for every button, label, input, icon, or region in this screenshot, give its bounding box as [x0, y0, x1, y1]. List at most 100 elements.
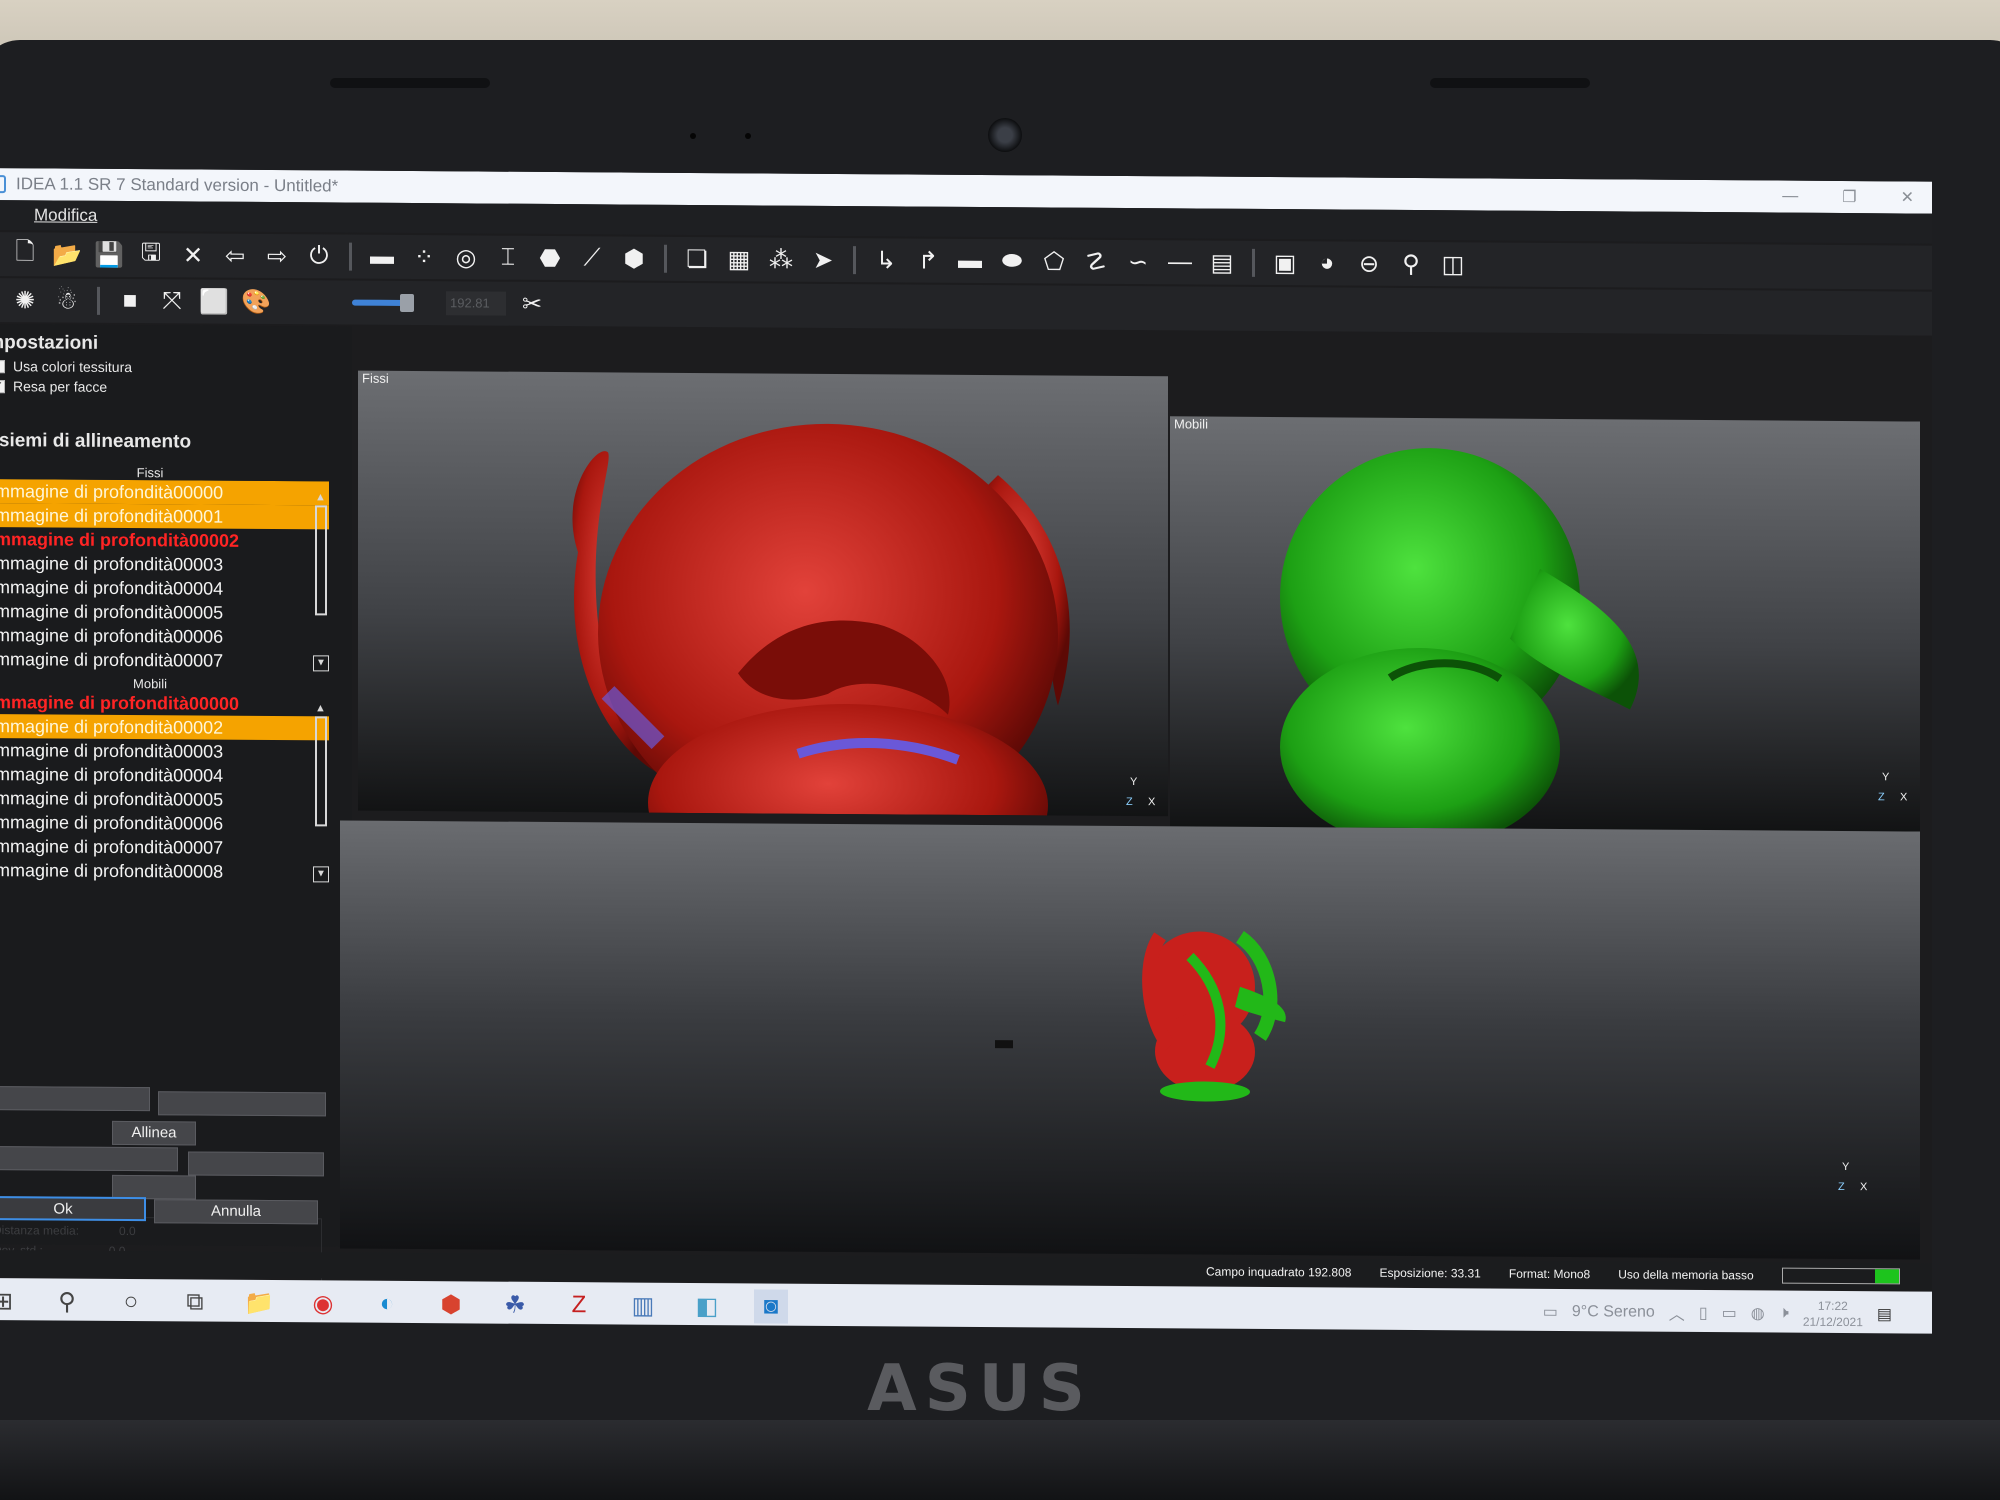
blank-button-3[interactable]: [0, 1146, 178, 1172]
list-item[interactable]: Immagine di profondità00001: [0, 503, 329, 530]
list-item[interactable]: Immagine di profondità00006: [0, 810, 329, 836]
export-icon[interactable]: ⇨: [261, 240, 293, 272]
measure-icon[interactable]: ⟋: [576, 242, 608, 274]
blank-button-5[interactable]: [112, 1174, 196, 1200]
ellipse-icon[interactable]: ⬬: [996, 245, 1028, 277]
list-item[interactable]: Immagine di profondità00004: [0, 575, 329, 601]
arc-icon[interactable]: ↱: [912, 245, 944, 277]
list-item[interactable]: Immagine di profondità00000: [0, 479, 329, 506]
render-faces-checkbox[interactable]: ✓: [0, 379, 5, 393]
close-button[interactable]: ✕: [1901, 187, 1914, 207]
chrome-icon[interactable]: ◉: [306, 1286, 340, 1320]
menu-edit[interactable]: Modifica: [34, 205, 97, 225]
list-item[interactable]: Immagine di profondità00005: [0, 599, 329, 625]
blank-button-1[interactable]: [0, 1086, 150, 1112]
list-item[interactable]: Immagine di profondità00003: [0, 738, 329, 764]
save-as-icon[interactable]: 🖫: [135, 239, 167, 271]
windows-start-icon[interactable]: ⊞: [0, 1284, 20, 1318]
lasso-icon[interactable]: ☡: [1080, 246, 1112, 278]
file-explorer-icon[interactable]: 📁: [242, 1286, 276, 1320]
open-folder-icon[interactable]: 📂: [51, 238, 83, 270]
search-icon[interactable]: ⚲: [50, 1284, 84, 1318]
copy-layers-icon[interactable]: ❏: [681, 243, 713, 275]
scroll-up-icon[interactable]: ▲: [315, 491, 326, 503]
direction-icon[interactable]: ➤: [807, 244, 839, 276]
volume-icon[interactable]: 🕨: [1779, 1305, 1789, 1323]
list-item[interactable]: Immagine di profondità00002: [0, 527, 329, 553]
filezilla-icon[interactable]: Z: [562, 1288, 596, 1322]
curve-icon[interactable]: ↳: [870, 244, 902, 276]
fixed-list-scrollbar[interactable]: ▲ ▼: [313, 491, 329, 672]
maximize-button[interactable]: ❐: [1842, 187, 1856, 207]
new-file-icon[interactable]: 🗋: [9, 238, 41, 270]
list-item[interactable]: Immagine di profondità00000: [0, 690, 329, 716]
mobile-list-scrollbar[interactable]: ▲ ▼: [313, 702, 329, 883]
list-item[interactable]: Immagine di profondità00002: [0, 714, 329, 741]
stop-icon[interactable]: ■: [114, 285, 146, 317]
viewport-mobile[interactable]: Mobili Y Z X: [1170, 416, 1920, 832]
depth-value[interactable]: 192.81: [446, 291, 506, 316]
cancel-button[interactable]: Annulla: [154, 1199, 318, 1225]
blank-button-4[interactable]: [188, 1151, 324, 1177]
depth-slider[interactable]: [352, 293, 414, 313]
save-icon[interactable]: 💾: [93, 239, 125, 271]
settings-gear-icon[interactable]: ✺: [9, 284, 41, 316]
scroll-up-icon[interactable]: ▲: [315, 702, 326, 714]
document-app-icon[interactable]: ◧: [690, 1289, 724, 1323]
sphere-icon[interactable]: ◕: [1311, 247, 1343, 279]
viewport-fixed[interactable]: Fissi Y Z X: [358, 370, 1168, 817]
network-globe-icon[interactable]: ◍: [1751, 1303, 1765, 1323]
cortana-icon[interactable]: ○: [114, 1285, 148, 1319]
ok-button[interactable]: Ok: [0, 1196, 146, 1222]
polygon-icon[interactable]: ⬠: [1038, 245, 1070, 277]
mesh-icon[interactable]: ⬢: [618, 242, 650, 274]
scroll-thumb[interactable]: [315, 505, 327, 616]
blank-button-2[interactable]: [158, 1091, 326, 1117]
align-button[interactable]: Allinea: [112, 1120, 196, 1146]
use-texture-colors-option[interactable]: Usa colori tessitura: [0, 358, 352, 377]
grid-icon[interactable]: ▦: [723, 243, 755, 275]
list-item[interactable]: Immagine di profondità00007: [0, 834, 329, 860]
pick-tool-icon[interactable]: ⤧: [156, 285, 188, 317]
rectangle-icon[interactable]: ▬: [954, 245, 986, 277]
list-item[interactable]: Immagine di profondità00006: [0, 623, 329, 649]
fixed-list[interactable]: Immagine di profondità00000 Immagine di …: [0, 479, 329, 673]
palette-icon[interactable]: 🎨: [240, 286, 272, 318]
scanner-icon[interactable]: ▬: [366, 241, 398, 273]
list-item[interactable]: Immagine di profondità00003: [0, 551, 329, 577]
spline-icon[interactable]: ∽: [1122, 246, 1154, 278]
notebook-icon[interactable]: ▥: [626, 1289, 660, 1323]
tools-icon[interactable]: ✂: [516, 288, 548, 320]
list-item[interactable]: Immagine di profondità00007: [0, 647, 329, 673]
layers-icon[interactable]: ▤: [1206, 247, 1238, 279]
list-item[interactable]: Immagine di profondità00008: [0, 858, 329, 884]
delete-icon[interactable]: ✕: [177, 239, 209, 271]
cube-view-icon[interactable]: ◫: [1437, 248, 1469, 280]
edge-icon[interactable]: ◐: [370, 1287, 404, 1321]
render-faces-option[interactable]: ✓ Resa per facce: [0, 378, 352, 397]
zoom-icon[interactable]: ⚲: [1395, 248, 1427, 280]
weather-text[interactable]: 9°C Sereno: [1572, 1303, 1655, 1322]
app-3d-icon[interactable]: ⬢: [434, 1287, 468, 1321]
notifications-icon[interactable]: ▤: [1877, 1304, 1892, 1324]
scroll-down-icon[interactable]: ▼: [313, 866, 329, 883]
rotate-scan-icon[interactable]: ◎: [450, 241, 482, 273]
model-icon[interactable]: ☃: [51, 284, 83, 316]
scroll-down-icon[interactable]: ▼: [313, 655, 329, 672]
app-nodes-icon[interactable]: ☘: [498, 1288, 532, 1322]
clock[interactable]: 17:22 21/12/2021: [1803, 1298, 1863, 1330]
import-icon[interactable]: ⇦: [219, 240, 251, 272]
tablet-icon[interactable]: ▯: [1699, 1303, 1708, 1323]
scatter-icon[interactable]: ⁂: [765, 243, 797, 275]
idea-app-icon[interactable]: ◙: [754, 1289, 788, 1324]
depth-slider-thumb[interactable]: [400, 293, 414, 313]
orbit-icon[interactable]: ⊖: [1353, 248, 1385, 280]
battery-icon[interactable]: ▭: [1722, 1303, 1737, 1323]
viewport-combined[interactable]: Y Z X: [340, 820, 1920, 1260]
list-item[interactable]: Immagine di profondità00005: [0, 786, 329, 812]
task-view-icon[interactable]: ⧉: [178, 1285, 212, 1319]
weather-icon[interactable]: ▭: [1543, 1302, 1558, 1322]
point-cloud-icon[interactable]: ⁘: [408, 241, 440, 273]
minimize-button[interactable]: —: [1782, 188, 1798, 206]
scroll-thumb[interactable]: [315, 716, 327, 827]
